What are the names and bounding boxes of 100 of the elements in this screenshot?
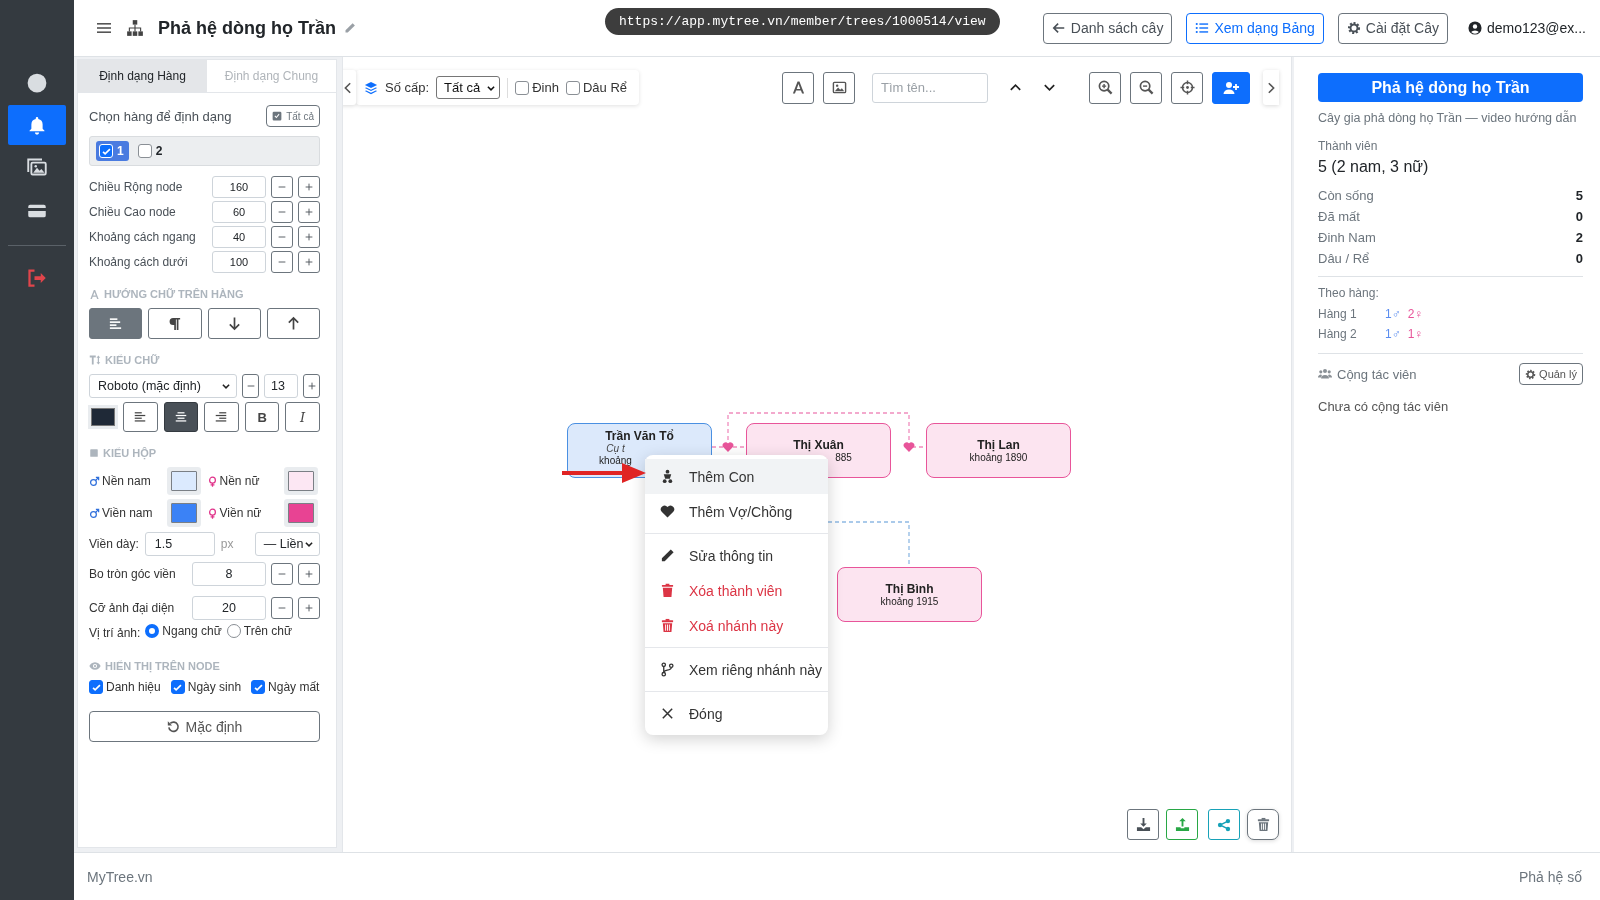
nav-item-active[interactable] (8, 105, 66, 145)
checkbox[interactable] (565, 80, 580, 95)
levels-select[interactable]: Tất cả (436, 76, 501, 99)
reset-button[interactable]: Mặc định (89, 711, 320, 742)
toolbar-button[interactable]: Xem dạng Bảng (1186, 12, 1324, 44)
person-title: Cụ t (606, 442, 625, 455)
menu-item[interactable]: Xem riêng nhánh này (645, 652, 828, 687)
increment-button[interactable] (298, 226, 320, 248)
increment-button[interactable] (298, 176, 320, 198)
page-title: Phả hệ dòng họ Trần (158, 17, 336, 39)
collapse-left-button[interactable] (343, 70, 356, 105)
tree-title-button[interactable]: Phả hệ dòng họ Trần (1318, 73, 1583, 102)
image-button[interactable] (823, 71, 855, 104)
direction-button[interactable] (148, 308, 202, 339)
decrement-button[interactable] (271, 597, 293, 619)
number-field[interactable]: 100 (212, 251, 266, 273)
checkbox[interactable] (170, 680, 185, 694)
menu-item[interactable]: Thêm Vợ/Chồng (645, 494, 828, 529)
share-button[interactable] (1208, 809, 1240, 840)
italic-button[interactable]: I (285, 402, 320, 432)
row-label[interactable]: 1 (117, 144, 124, 158)
align-button[interactable] (163, 402, 199, 432)
person-node[interactable]: Thị Bình khoảng 1915 (837, 567, 982, 622)
person-node[interactable]: Thị Lan khoảng 1890 (926, 423, 1071, 478)
bold-button[interactable]: B (244, 402, 280, 432)
center-button[interactable] (1171, 71, 1203, 104)
direction-button[interactable] (266, 308, 320, 339)
zoom-in-button[interactable] (1089, 71, 1121, 104)
checkbox-label[interactable]: Ngày sinh (187, 680, 242, 694)
select-all-button[interactable]: Tất cả (266, 105, 320, 127)
tab[interactable]: Định dạng Hàng (78, 60, 207, 92)
zoom-out-button[interactable] (1130, 71, 1162, 104)
number-field[interactable]: 8 (192, 562, 266, 586)
font-size-field[interactable]: 13 (264, 374, 298, 398)
checkbox[interactable] (515, 80, 530, 95)
menu-button[interactable] (96, 20, 112, 36)
menu-item[interactable]: Sửa thông tin (645, 538, 828, 573)
checkbox[interactable] (137, 144, 152, 158)
person-date: khoảng 1890 (969, 451, 1028, 464)
collapse-right-button[interactable] (1263, 70, 1279, 105)
radio-label[interactable]: Trên chữ (243, 624, 293, 638)
number-field[interactable]: 60 (212, 201, 266, 223)
radio-button[interactable] (226, 624, 241, 638)
delete-button[interactable] (1247, 809, 1279, 840)
checkbox-label[interactable]: Đinh (532, 80, 559, 95)
close-icon (660, 706, 675, 721)
number-field[interactable]: 160 (212, 176, 266, 198)
menu-item[interactable]: Đóng (645, 696, 828, 731)
border-width-field[interactable]: 1.5 (144, 532, 215, 556)
toolbar-button[interactable]: Cài đặt Cây (1337, 12, 1448, 44)
tree-description: Cây gia phả dòng họ Trần — video hướng dẫn (1318, 111, 1578, 125)
increment-button[interactable] (298, 597, 320, 619)
increment-button[interactable] (298, 251, 320, 273)
decrement-button[interactable] (271, 201, 293, 223)
checkbox-label[interactable]: Ngày mất (268, 680, 320, 694)
align-button[interactable] (204, 402, 239, 432)
border-style-select[interactable]: — Liền (254, 532, 320, 556)
manage-button[interactable]: Quản lý (1519, 363, 1583, 385)
decrement-button[interactable] (271, 176, 293, 198)
align-button[interactable] (123, 402, 158, 432)
image-icon (831, 80, 847, 95)
decrement-button[interactable] (242, 374, 259, 398)
increment-button[interactable] (298, 563, 320, 585)
menu-item[interactable]: Xóa thành viên (645, 573, 828, 608)
increment-button[interactable] (303, 374, 320, 398)
text-color-swatch[interactable] (91, 408, 115, 426)
increment-button[interactable] (298, 201, 320, 223)
radio-button[interactable] (145, 624, 160, 638)
decrement-button[interactable] (271, 226, 293, 248)
checkbox-label[interactable]: Dâu Rể (582, 80, 628, 95)
list-icon (1195, 21, 1210, 35)
checkbox[interactable] (251, 680, 266, 694)
row-label[interactable]: 2 (155, 144, 163, 158)
radio-label[interactable]: Ngang chữ (162, 624, 222, 638)
settings-icon (1525, 368, 1537, 380)
toolbar-button[interactable]: Danh sách cây (1042, 12, 1173, 44)
checkbox[interactable] (89, 680, 103, 694)
number-field[interactable]: 40 (212, 226, 266, 248)
menu-item[interactable]: Xoá nhánh này (645, 608, 828, 643)
decrement-button[interactable] (271, 251, 293, 273)
section-title: HƯỚNG CHỮ TRÊN HÀNG (104, 288, 244, 300)
upload-button[interactable] (1166, 809, 1198, 840)
trash-icon (660, 618, 675, 633)
add-member-button[interactable] (1212, 71, 1250, 104)
male-icon (89, 475, 100, 487)
download-button[interactable] (1127, 809, 1159, 840)
text-button[interactable] (782, 71, 814, 104)
decrement-button[interactable] (271, 563, 293, 585)
stat-label: Còn sống (1318, 188, 1375, 203)
user-menu[interactable]: demo123@ex... (1486, 20, 1586, 36)
font-select[interactable]: Roboto (mặc định) (89, 374, 237, 398)
menu-item[interactable]: Thêm Con (645, 459, 828, 494)
letter-a-icon (790, 80, 806, 95)
search-field[interactable]: Tìm tên... (872, 72, 988, 103)
female-icon (206, 475, 218, 487)
direction-button[interactable] (89, 308, 143, 339)
direction-button[interactable] (207, 308, 261, 339)
plus-icon (303, 256, 315, 268)
checkbox-label[interactable]: Danh hiệu (106, 680, 161, 694)
number-field[interactable]: 20 (192, 596, 266, 620)
